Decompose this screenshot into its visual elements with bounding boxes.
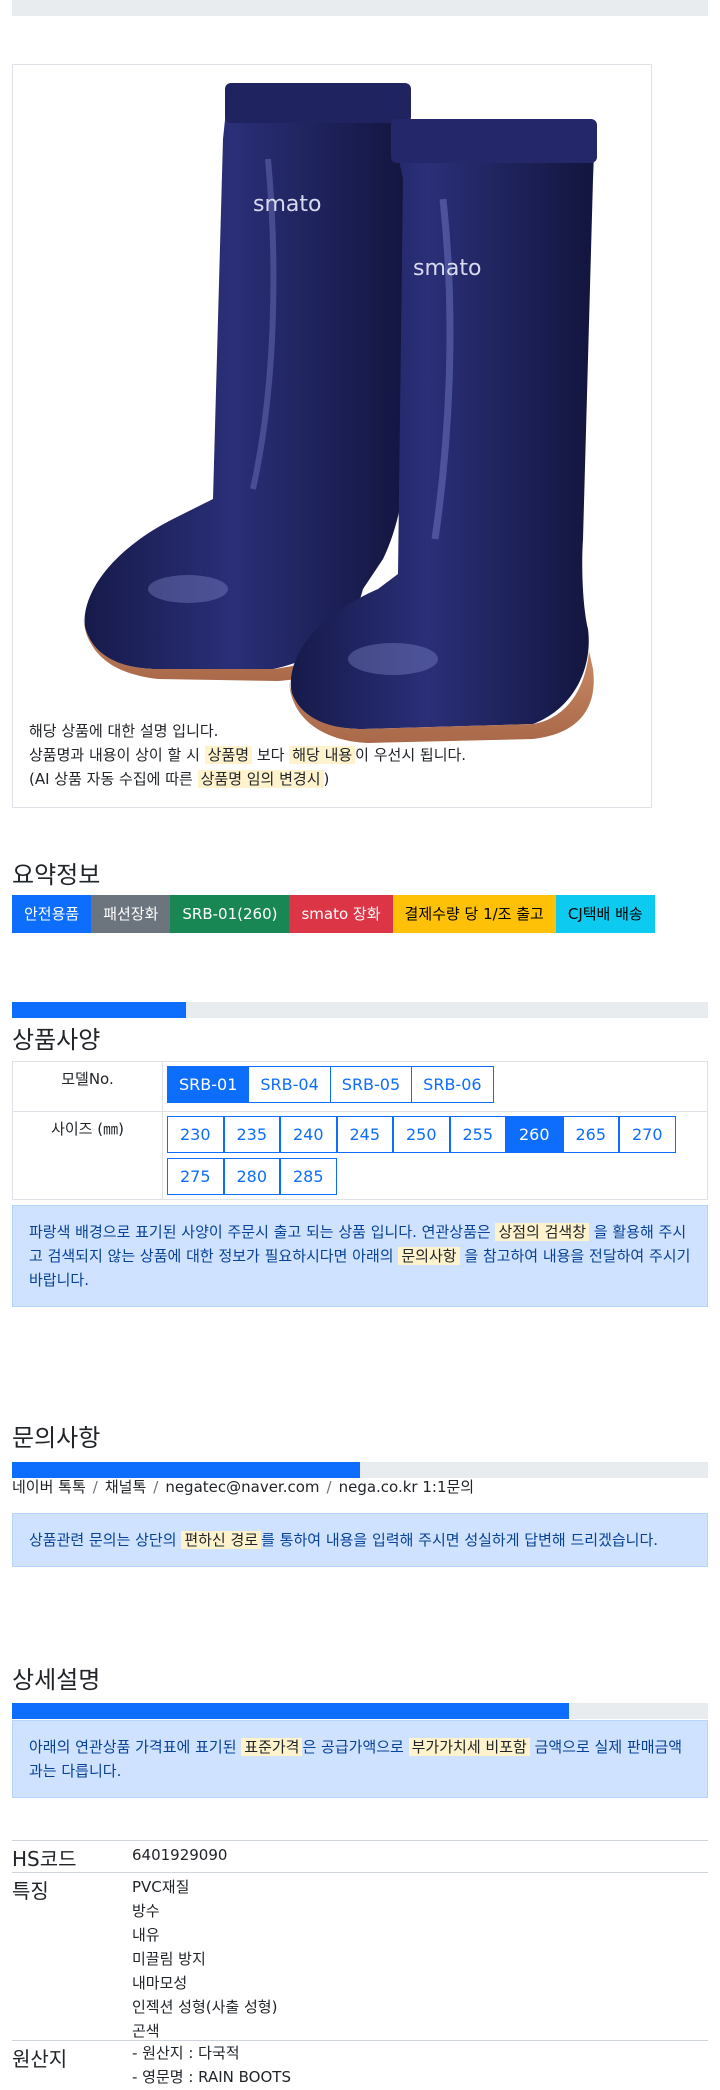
- description-line: (AI 상품 자동 수집에 따른 상품명 임의 변경시): [29, 767, 466, 791]
- feature-item: 방수: [132, 1902, 160, 1920]
- description-line: 상품명과 내용이 상이 할 시 상품명 보다 해당 내용 이 우선시 됩니다.: [29, 743, 466, 767]
- detail-notice: 아래의 연관상품 가격표에 표기된 표준가격 은 공급가액으로 부가가치세 비포함…: [12, 1720, 708, 1798]
- contact-separator: /: [92, 1478, 98, 1496]
- summary-badge: CJ택배 배송: [555, 895, 655, 933]
- spec-notice: 파랑색 배경으로 표기된 사양이 주문시 출고 되는 상품 입니다. 연관상품은…: [12, 1205, 708, 1307]
- hs-code-label: HS코드: [12, 1847, 77, 1871]
- summary-title: 요약정보: [12, 861, 101, 889]
- model-option-button[interactable]: SRB-06: [411, 1066, 494, 1103]
- size-option-button[interactable]: 260: [506, 1116, 563, 1153]
- features-label: 특징: [12, 1879, 49, 1903]
- size-option-button[interactable]: 265: [562, 1116, 619, 1153]
- detail-progress: [12, 1703, 708, 1719]
- notice-text: 를 통하여 내용을 입력해 주시면 성실하게 답변해 드리겠습니다.: [261, 1531, 659, 1549]
- spec-progress: [12, 1002, 708, 1018]
- product-image-card: smato smato 해당 상품에 대한 설명 입니다. 상품명과 내용이 상이…: [12, 64, 652, 808]
- feature-item: PVC재질: [132, 1878, 190, 1896]
- detail-title: 상세설명: [12, 1666, 101, 1694]
- notice-text: 아래의 연관상품 가격표에 표기된: [29, 1738, 242, 1756]
- rain-boots-image: smato smato: [83, 83, 597, 743]
- highlight-text: 상점의 검색창: [495, 1223, 590, 1241]
- origin-item: - 영문명 : RAIN BOOTS: [132, 2068, 291, 2086]
- origin-row: 원산지 - 원산지 : 다국적 - 영문명 : RAIN BOOTS: [12, 2040, 708, 2090]
- contact-link[interactable]: nega.co.kr 1:1문의: [339, 1478, 475, 1496]
- spec-table: 모델No. SRB-01 SRB-04 SRB-05 SRB-06 사이즈 (㎜) 2…: [12, 1061, 708, 1200]
- contact-separator: /: [326, 1478, 332, 1496]
- size-option-button[interactable]: 255: [449, 1116, 506, 1153]
- brand-logo-back: smato: [253, 192, 321, 217]
- highlight-text: 문의사항: [398, 1247, 460, 1265]
- description-line: 해당 상품에 대한 설명 입니다.: [29, 719, 466, 743]
- highlight-text: 부가가치세 비포함: [408, 1738, 530, 1756]
- size-option-button[interactable]: 230: [167, 1116, 224, 1153]
- contact-link[interactable]: negatec@naver.com: [165, 1478, 319, 1496]
- hs-code-row: HS코드 6401929090: [12, 1840, 708, 1872]
- size-option-button[interactable]: 245: [336, 1116, 393, 1153]
- features-row: 특징 PVC재질 방수 내유 미끌림 방지 내마모성 인젝션 성형(사출 성형) 곤색: [12, 1872, 708, 2044]
- summary-badges: 안전용품 패션장화 SRB-01(260) smato 장화 결제수량 당 1/조 출고…: [12, 895, 655, 933]
- origin-label: 원산지: [12, 2047, 68, 2071]
- highlight-text: 상품명 임의 변경시: [197, 770, 324, 788]
- model-button-group: SRB-01 SRB-04 SRB-05 SRB-06: [167, 1066, 703, 1103]
- notice-text: 파랑색 배경으로 표기된 사양이 주문시 출고 되는 상품 입니다. 연관상품은: [29, 1223, 496, 1241]
- spec-progress-fill: [12, 1002, 186, 1018]
- features-list: PVC재질 방수 내유 미끌림 방지 내마모성 인젝션 성형(사출 성형) 곤색: [132, 1875, 277, 2043]
- model-label: 모델No.: [12, 1061, 163, 1112]
- contact-separator: /: [153, 1478, 159, 1496]
- notice-text: 상품관련 문의는 상단의: [29, 1531, 182, 1549]
- product-page: smato smato 해당 상품에 대한 설명 입니다. 상품명과 내용이 상이…: [0, 0, 720, 2090]
- notice-text: 해당 상품에 대한 설명 입니다.: [29, 722, 219, 740]
- feature-item: 미끌림 방지: [132, 1950, 206, 1968]
- notice-text: 이 우선시 됩니다.: [355, 746, 467, 764]
- summary-badge: 패션장화: [91, 895, 171, 933]
- model-option-button[interactable]: SRB-05: [329, 1066, 413, 1103]
- origin-list: - 원산지 : 다국적 - 영문명 : RAIN BOOTS: [132, 2041, 291, 2089]
- feature-item: 내유: [132, 1926, 160, 1944]
- contact-link[interactable]: 네이버 톡톡: [12, 1478, 86, 1496]
- size-option-button[interactable]: 270: [619, 1116, 676, 1153]
- notice-text: ): [323, 770, 330, 788]
- feature-item: 인젝션 성형(사출 성형): [132, 1998, 278, 2016]
- size-option-button[interactable]: 285: [280, 1158, 337, 1195]
- model-row: 모델No. SRB-01 SRB-04 SRB-05 SRB-06: [12, 1061, 708, 1112]
- notice-text: (AI 상품 자동 수집에 따른: [29, 770, 198, 788]
- highlight-text: 편하신 경로: [181, 1531, 262, 1549]
- size-option-button[interactable]: 240: [280, 1116, 337, 1153]
- detail-progress-fill: [12, 1703, 569, 1719]
- highlight-text: 해당 내용: [289, 746, 356, 764]
- size-option-button[interactable]: 275: [167, 1158, 224, 1195]
- model-option-button[interactable]: SRB-01: [167, 1066, 250, 1103]
- size-button-group: 230 235 240 245 250 255 260 265 270 275 280 285: [167, 1116, 703, 1195]
- highlight-text: 상품명: [204, 746, 253, 764]
- inquiry-title: 문의사항: [12, 1424, 101, 1452]
- inquiry-notice: 상품관련 문의는 상단의 편하신 경로 를 통하여 내용을 입력해 주시면 성실하…: [12, 1513, 708, 1567]
- contact-links: 네이버 톡톡 / 채널톡 / negatec@naver.com / nega.co.kr …: [12, 1476, 474, 1497]
- notice-text: 보다: [252, 746, 290, 764]
- summary-badge: SRB-01(260): [170, 895, 290, 933]
- notice-text: 은 공급가액으로: [302, 1738, 409, 1756]
- model-option-button[interactable]: SRB-04: [248, 1066, 331, 1103]
- summary-badge: 안전용품: [12, 895, 92, 933]
- highlight-text: 표준가격: [241, 1738, 303, 1756]
- origin-item: - 원산지 : 다국적: [132, 2044, 240, 2062]
- size-option-button[interactable]: 250: [393, 1116, 450, 1153]
- size-option-button[interactable]: 280: [223, 1158, 280, 1195]
- hs-code-value: 6401929090: [132, 1846, 228, 1864]
- spec-title: 상품사양: [12, 1026, 101, 1054]
- product-image-description: 해당 상품에 대한 설명 입니다. 상품명과 내용이 상이 할 시 상품명 보다 …: [29, 719, 466, 791]
- size-option-button[interactable]: 235: [223, 1116, 280, 1153]
- contact-link[interactable]: 채널톡: [105, 1478, 146, 1496]
- size-row: 사이즈 (㎜) 230 235 240 245 250 255 260 265 270 275 28…: [12, 1111, 708, 1200]
- top-progress-bar: [12, 0, 708, 16]
- summary-badge: 결제수량 당 1/조 출고: [392, 895, 556, 933]
- size-label: 사이즈 (㎜): [12, 1111, 163, 1200]
- summary-badge: smato 장화: [289, 895, 393, 933]
- notice-text: 상품명과 내용이 상이 할 시: [29, 746, 205, 764]
- feature-item: 내마모성: [132, 1974, 188, 1992]
- brand-logo-front: smato: [413, 256, 481, 281]
